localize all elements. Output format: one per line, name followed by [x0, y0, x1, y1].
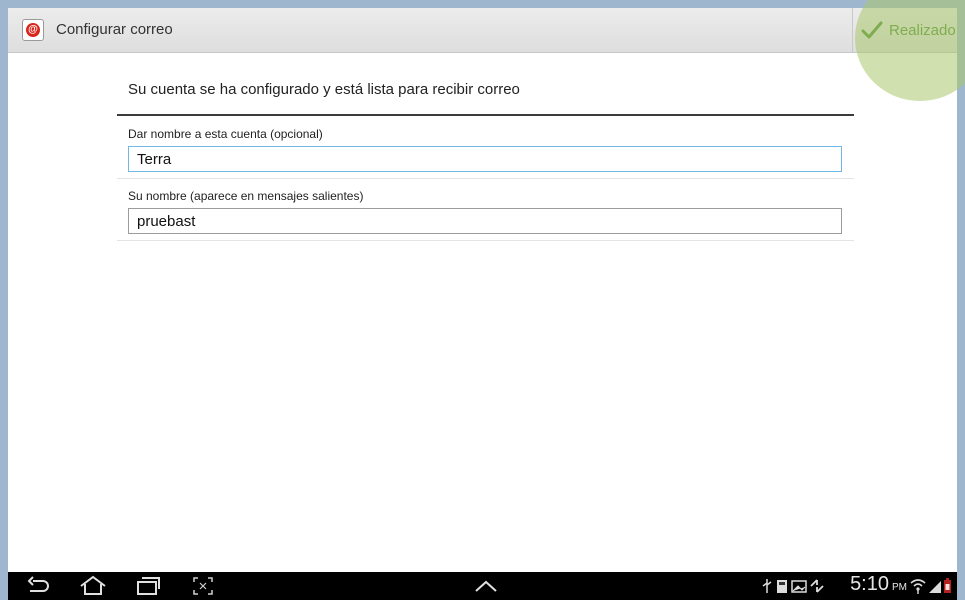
page-title: Configurar correo — [56, 21, 173, 38]
account-name-input[interactable] — [128, 146, 842, 172]
account-name-label: Dar nombre a esta cuenta (opcional) — [128, 127, 323, 141]
done-button[interactable]: Realizado — [852, 8, 957, 52]
sd-card-icon — [777, 580, 787, 593]
email-app-icon[interactable]: @ — [22, 19, 44, 41]
your-name-label: Su nombre (aparece en mensajes salientes… — [128, 189, 364, 203]
your-name-field: Su nombre (aparece en mensajes salientes… — [117, 178, 854, 241]
clock-ampm: PM — [892, 582, 907, 593]
checkmark-icon — [861, 21, 883, 39]
back-icon[interactable] — [24, 575, 52, 597]
wifi-icon — [910, 579, 926, 594]
image-icon — [791, 580, 807, 593]
account-name-field: Dar nombre a esta cuenta (opcional) — [117, 116, 854, 179]
connectivity-icons — [910, 578, 951, 594]
home-icon[interactable] — [78, 575, 108, 597]
recent-apps-icon[interactable] — [135, 575, 161, 597]
signal-icon — [929, 581, 941, 593]
status-clock: 5:10 PM — [850, 573, 907, 596]
setup-complete-message: Su cuenta se ha configurado y está lista… — [128, 81, 520, 98]
action-bar: @ Configurar correo Realizado — [8, 8, 957, 53]
usb-icon — [762, 579, 772, 593]
system-navigation-bar: 5:10 PM — [8, 572, 957, 600]
battery-icon — [944, 578, 951, 593]
sync-icon — [810, 579, 824, 593]
screenshot-icon[interactable] — [191, 575, 215, 597]
at-symbol-icon: @ — [26, 23, 40, 37]
up-chevron-icon[interactable] — [473, 575, 499, 597]
your-name-input[interactable] — [128, 208, 842, 234]
clock-time: 5:10 — [850, 573, 889, 595]
done-button-label: Realizado — [889, 22, 956, 39]
status-icons — [762, 579, 824, 593]
